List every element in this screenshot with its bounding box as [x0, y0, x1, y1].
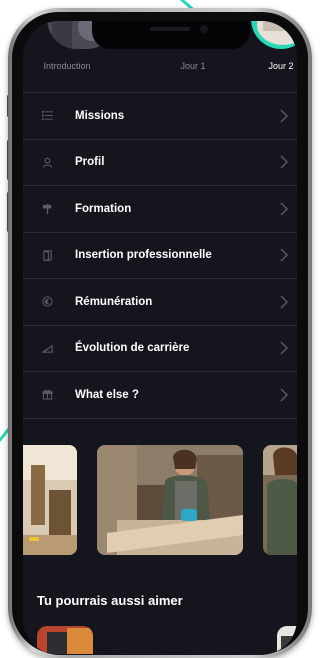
door-icon	[41, 249, 53, 261]
menu-item-missions[interactable]: Missions	[23, 92, 297, 139]
story-label-jour-2[interactable]: Jour 2	[241, 61, 297, 71]
menu-label: Missions	[75, 109, 125, 122]
chevron-right-icon	[280, 202, 288, 216]
chevron-right-icon	[280, 109, 288, 123]
chevron-right-icon	[280, 248, 288, 262]
recommendation-thumbnail[interactable]	[37, 626, 93, 654]
career-menu: Missions Profil Formation Insertion prof…	[23, 92, 297, 419]
user-icon	[41, 156, 53, 168]
woman-workshop-photo[interactable]	[263, 445, 297, 555]
chevron-right-icon	[280, 155, 288, 169]
app-screen: Introduction Jour 1 Jour 2 Missions Prof…	[23, 21, 297, 655]
woman-sanding-wood-photo[interactable]	[97, 445, 243, 555]
chevron-right-icon	[280, 388, 288, 402]
recommendation-thumbnail[interactable]	[277, 626, 297, 654]
menu-label: Formation	[75, 202, 132, 215]
menu-item-insertion-professionnelle[interactable]: Insertion professionnelle	[23, 231, 297, 279]
list-icon	[41, 110, 53, 122]
story-label-introduction[interactable]: Introduction	[27, 61, 107, 71]
woodworker-photo[interactable]	[23, 445, 77, 555]
menu-item-formation[interactable]: Formation	[23, 185, 297, 232]
growth-icon	[41, 342, 53, 354]
speaker	[150, 27, 190, 31]
menu-label: Profil	[75, 156, 105, 169]
menu-label: What else ?	[75, 388, 139, 401]
chevron-right-icon	[280, 341, 288, 355]
menu-item-what-else[interactable]: What else ?	[23, 371, 297, 419]
menu-item-evolution-de-carriere[interactable]: Évolution de carrière	[23, 324, 297, 372]
gift-icon	[41, 389, 53, 401]
story-label-jour-1[interactable]: Jour 1	[153, 61, 233, 71]
menu-item-remuneration[interactable]: Rémunération	[23, 278, 297, 325]
front-camera	[200, 25, 208, 33]
menu-item-profil[interactable]: Profil	[23, 138, 297, 186]
chevron-right-icon	[280, 295, 288, 309]
signpost-icon	[41, 203, 53, 215]
photo-carousel[interactable]	[23, 445, 297, 557]
euro-icon	[41, 296, 53, 308]
story-thumbnail-jour-2[interactable]	[251, 21, 297, 49]
menu-label: Évolution de carrière	[75, 342, 190, 355]
recommendations-title: Tu pourrais aussi aimer	[37, 593, 183, 608]
phone-notch	[92, 21, 250, 49]
menu-label: Insertion professionnelle	[75, 249, 212, 262]
menu-label: Rémunération	[75, 295, 153, 308]
